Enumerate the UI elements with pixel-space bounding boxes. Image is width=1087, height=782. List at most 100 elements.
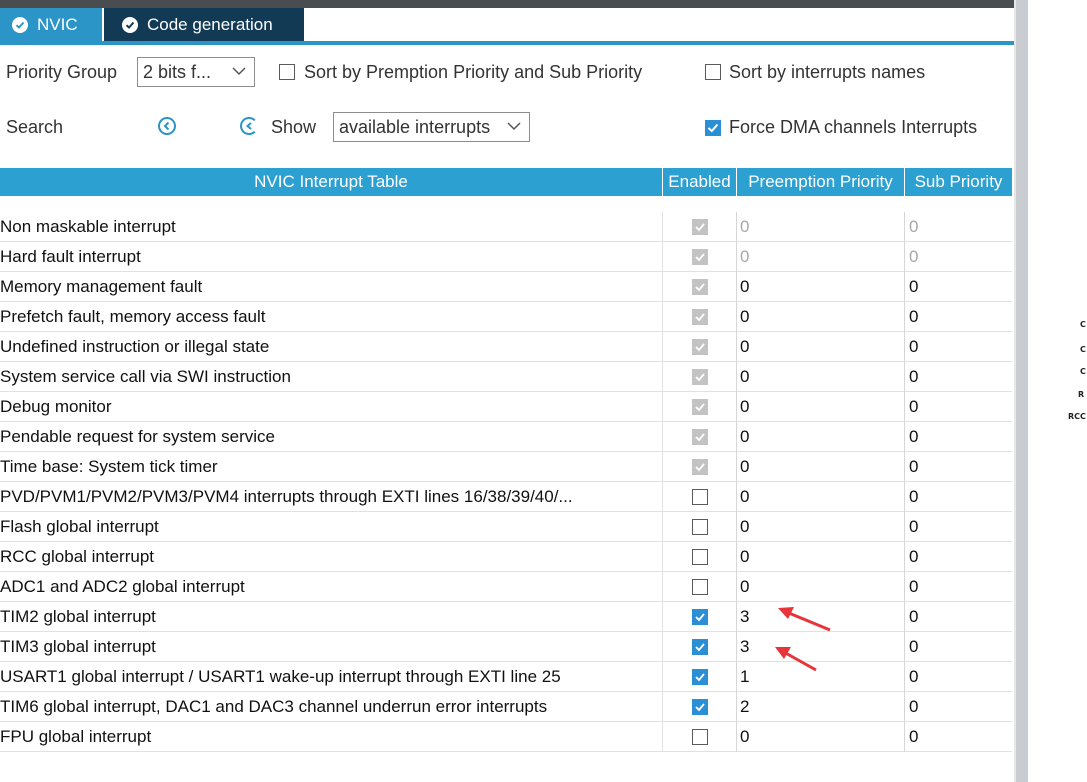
table-row[interactable]: System service call via SWI instruction 0… (0, 362, 1012, 392)
show-select[interactable]: available interrupts (333, 112, 530, 142)
preemption-priority-cell[interactable]: 0 (736, 212, 904, 242)
sub-priority-cell[interactable]: 0 (904, 632, 1012, 662)
enabled-checkbox[interactable] (691, 699, 708, 715)
header-enabled[interactable]: Enabled (663, 168, 736, 196)
enabled-checkbox-locked (691, 249, 708, 265)
enabled-cell[interactable] (662, 482, 736, 512)
sub-priority-cell[interactable]: 0 (904, 482, 1012, 512)
sub-priority-cell[interactable]: 0 (904, 242, 1012, 272)
force-dma-checkbox[interactable] (705, 120, 721, 136)
table-row[interactable]: Hard fault interrupt 0 0 (0, 242, 1012, 272)
preemption-priority-cell[interactable]: 0 (736, 242, 904, 272)
preemption-priority-cell[interactable]: 0 (736, 722, 904, 752)
table-row[interactable]: Prefetch fault, memory access fault 0 0 (0, 302, 1012, 332)
preemption-priority-cell[interactable]: 0 (736, 362, 904, 392)
side-text: RCC (1068, 412, 1086, 421)
enabled-cell[interactable] (662, 722, 736, 752)
header-sub-priority[interactable]: Sub Priority (905, 168, 1012, 196)
table-row[interactable]: Non maskable interrupt 0 0 (0, 212, 1012, 242)
preemption-priority-cell[interactable]: 0 (736, 452, 904, 482)
sub-priority-cell[interactable]: 0 (904, 332, 1012, 362)
table-row[interactable]: Debug monitor 0 0 (0, 392, 1012, 422)
table-row[interactable]: Time base: System tick timer 0 0 (0, 452, 1012, 482)
enabled-cell[interactable] (662, 392, 736, 422)
enabled-cell[interactable] (662, 662, 736, 692)
tab-nvic[interactable]: NVIC (0, 8, 102, 42)
tab-code-generation[interactable]: Code generation (104, 8, 304, 42)
enabled-checkbox[interactable] (691, 579, 708, 595)
interrupt-name: Prefetch fault, memory access fault (0, 307, 266, 326)
table-row[interactable]: Undefined instruction or illegal state 0 0 (0, 332, 1012, 362)
table-row[interactable]: PVD/PVM1/PVM2/PVM3/PVM4 interrupts throu… (0, 482, 1012, 512)
sub-priority-cell[interactable]: 0 (904, 602, 1012, 632)
table-row[interactable]: TIM2 global interrupt 3 0 (0, 602, 1012, 632)
table-row[interactable]: TIM6 global interrupt, DAC1 and DAC3 cha… (0, 692, 1012, 722)
priority-group-select[interactable]: 2 bits f... (137, 57, 255, 87)
header-interrupt-table[interactable]: NVIC Interrupt Table (0, 168, 662, 196)
enabled-cell[interactable] (662, 512, 736, 542)
enabled-checkbox[interactable] (691, 639, 708, 655)
header-preemption-priority[interactable]: Preemption Priority (737, 168, 904, 196)
preemption-priority-cell[interactable]: 0 (736, 572, 904, 602)
enabled-cell[interactable] (662, 212, 736, 242)
sub-priority-cell[interactable]: 0 (904, 662, 1012, 692)
sub-priority-cell[interactable]: 0 (904, 392, 1012, 422)
table-row[interactable]: Pendable request for system service 0 0 (0, 422, 1012, 452)
sub-priority-cell[interactable]: 0 (904, 692, 1012, 722)
enabled-checkbox[interactable] (691, 489, 708, 505)
table-row[interactable]: TIM3 global interrupt 3 0 (0, 632, 1012, 662)
table-row[interactable]: ADC1 and ADC2 global interrupt 0 0 (0, 572, 1012, 602)
enabled-checkbox-locked (691, 429, 708, 445)
window-top-bar (0, 0, 1016, 8)
enabled-checkbox[interactable] (691, 609, 708, 625)
sub-priority-cell[interactable]: 0 (904, 452, 1012, 482)
enabled-checkbox[interactable] (691, 729, 708, 745)
interrupt-name: RCC global interrupt (0, 547, 155, 566)
preemption-priority-cell[interactable]: 0 (736, 542, 904, 572)
preemption-priority-cell[interactable]: 2 (736, 692, 904, 722)
sub-priority-cell[interactable]: 0 (904, 302, 1012, 332)
interrupt-name: ADC1 and ADC2 global interrupt (0, 577, 245, 596)
enabled-checkbox[interactable] (691, 669, 708, 685)
enabled-cell[interactable] (662, 422, 736, 452)
enabled-cell[interactable] (662, 542, 736, 572)
enabled-cell[interactable] (662, 452, 736, 482)
enabled-cell[interactable] (662, 272, 736, 302)
preemption-priority-cell[interactable]: 0 (736, 482, 904, 512)
enabled-cell[interactable] (662, 602, 736, 632)
enabled-checkbox-locked (691, 399, 708, 415)
enabled-cell[interactable] (662, 242, 736, 272)
sub-priority-cell[interactable]: 0 (904, 422, 1012, 452)
preemption-priority-cell[interactable]: 0 (736, 422, 904, 452)
preemption-priority-cell[interactable]: 0 (736, 392, 904, 422)
table-row[interactable]: FPU global interrupt 0 0 (0, 722, 1012, 752)
sub-priority-cell[interactable]: 0 (904, 362, 1012, 392)
enabled-checkbox[interactable] (691, 549, 708, 565)
sub-priority-cell[interactable]: 0 (904, 272, 1012, 302)
preemption-priority-cell[interactable]: 0 (736, 332, 904, 362)
enabled-cell[interactable] (662, 362, 736, 392)
preemption-priority-cell[interactable]: 0 (736, 302, 904, 332)
sub-priority-cell[interactable]: 0 (904, 572, 1012, 602)
preemption-priority-cell[interactable]: 0 (736, 512, 904, 542)
table-row[interactable]: USART1 global interrupt / USART1 wake-up… (0, 662, 1012, 692)
enabled-checkbox[interactable] (691, 519, 708, 535)
enabled-cell[interactable] (662, 572, 736, 602)
sort-priority-checkbox[interactable] (279, 64, 295, 80)
sub-priority-cell[interactable]: 0 (904, 512, 1012, 542)
sub-priority-cell[interactable]: 0 (904, 722, 1012, 752)
search-next-icon[interactable] (240, 117, 258, 135)
table-row[interactable]: Memory management fault 0 0 (0, 272, 1012, 302)
preemption-priority-cell[interactable]: 0 (736, 272, 904, 302)
table-row[interactable]: Flash global interrupt 0 0 (0, 512, 1012, 542)
enabled-cell[interactable] (662, 332, 736, 362)
enabled-cell[interactable] (662, 632, 736, 662)
sub-priority-cell[interactable]: 0 (904, 212, 1012, 242)
enabled-cell[interactable] (662, 692, 736, 722)
vertical-scrollbar[interactable] (1016, 0, 1028, 782)
table-row[interactable]: RCC global interrupt 0 0 (0, 542, 1012, 572)
sort-names-checkbox[interactable] (705, 64, 721, 80)
search-previous-icon[interactable] (158, 117, 176, 135)
enabled-cell[interactable] (662, 302, 736, 332)
sub-priority-cell[interactable]: 0 (904, 542, 1012, 572)
